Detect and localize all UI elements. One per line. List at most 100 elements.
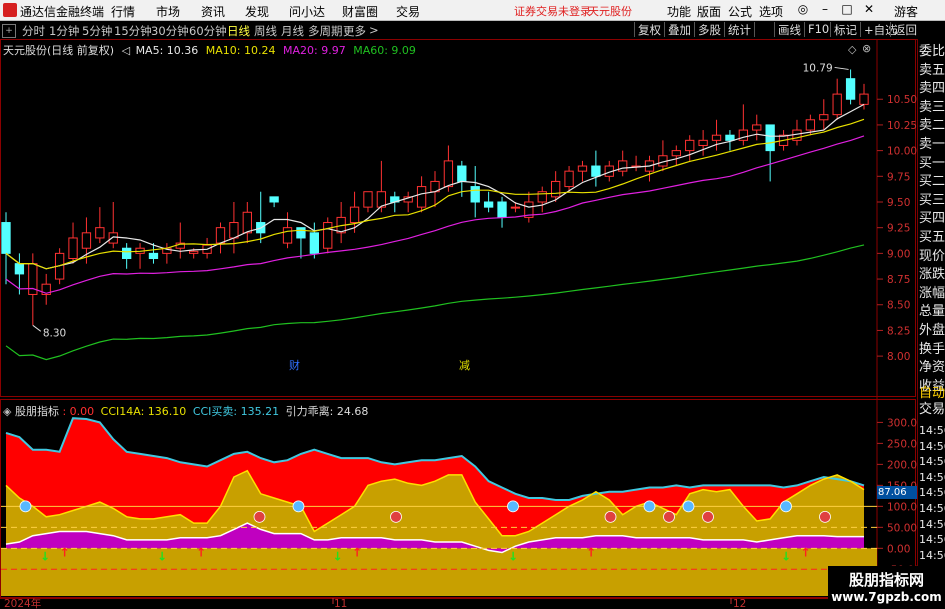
x-axis-label-year: 2024年	[4, 597, 41, 609]
candle	[189, 250, 199, 254]
candle	[845, 78, 856, 100]
quote-field-8: 买三	[919, 192, 945, 208]
tick-time: 14:56	[919, 486, 945, 500]
candle	[765, 124, 775, 152]
toolbar-f10[interactable]: F10	[804, 22, 829, 37]
toolbar-stats[interactable]: 统计	[724, 22, 751, 37]
candle	[349, 206, 360, 224]
toolbar-mark[interactable]: 标记	[830, 22, 857, 37]
chart-canvas[interactable]: 10.50 10.25 10.00 9.75 9.50 9.25 9.00 8.75 8.50 8…	[0, 39, 918, 609]
expand-icon[interactable]: +	[2, 24, 16, 38]
toolbar-draw[interactable]: 画线	[774, 22, 801, 37]
period-60min[interactable]: 60分钟	[189, 23, 227, 39]
period-weekly[interactable]: 周线	[254, 23, 277, 39]
period-intraday[interactable]: 分时	[22, 23, 45, 39]
candle	[309, 232, 319, 254]
candle	[122, 247, 132, 260]
app-title: 通达信金融终端	[20, 5, 105, 19]
candlestick-series	[1, 69, 869, 326]
close-icon[interactable]: ✕	[862, 2, 876, 16]
menu-options[interactable]: 选项	[759, 3, 783, 20]
arrow-up-icon: ↑	[196, 545, 206, 559]
candle	[551, 180, 561, 198]
toolbar-adjust[interactable]: 复权	[634, 22, 661, 37]
indicator-settings-icon[interactable]: ◈	[3, 405, 11, 418]
candle	[296, 227, 306, 239]
signal-ball	[780, 500, 792, 513]
high-pointer	[834, 66, 849, 70]
indicator-name[interactable]: 股朋指标	[15, 405, 59, 418]
menu-quotes[interactable]: 行情	[111, 3, 135, 20]
menu-wealth[interactable]: 财富圈	[342, 3, 378, 20]
menu-formula[interactable]: 公式	[728, 3, 752, 20]
minimize-icon[interactable]: –	[818, 2, 832, 16]
signal-ball	[819, 510, 831, 523]
trade-label[interactable]: 交易	[919, 402, 945, 418]
period-more[interactable]: 更多	[343, 23, 366, 39]
candle	[215, 227, 226, 244]
y-tick-label: 250.00	[887, 438, 918, 450]
quote-field-7: 买二	[919, 174, 945, 190]
period-15min[interactable]: 15分钟	[114, 23, 152, 39]
period-monthly[interactable]: 月线	[281, 23, 304, 39]
period-1min[interactable]: 1分钟	[49, 23, 79, 39]
chevron-right-icon[interactable]: >	[369, 23, 379, 37]
candle	[591, 165, 601, 177]
menu-ask[interactable]: 问小达	[289, 3, 325, 20]
arrow-down-icon: ↓	[508, 549, 518, 563]
menu-news[interactable]: 资讯	[201, 3, 225, 20]
quote-field-6: 买一	[919, 155, 945, 171]
event-marker-finance[interactable]: 财	[289, 358, 300, 372]
arrow-up-icon: ↑	[586, 545, 596, 559]
tick-time: 14:56	[919, 455, 945, 469]
toolbar-multi-stock[interactable]: 多股	[694, 22, 721, 37]
signal-ball	[702, 510, 714, 523]
login-status[interactable]: 证券交易未登录	[514, 3, 591, 19]
low-pointer	[32, 324, 42, 332]
current-stock-name: 天元股份	[588, 5, 632, 18]
candle	[229, 222, 239, 239]
candle	[685, 139, 695, 152]
toolbar-back[interactable]: 返回	[890, 22, 917, 37]
skin-icon[interactable]: ◎	[796, 2, 810, 16]
auto-label[interactable]: 自动	[919, 386, 945, 402]
arrow-up-icon: ↑	[352, 545, 362, 559]
period-multi[interactable]: 多周期	[308, 23, 343, 39]
candle	[805, 119, 816, 131]
event-marker-reduce[interactable]: 减	[459, 359, 470, 372]
high-label: 10.79	[803, 62, 833, 74]
signal-ball	[663, 510, 675, 523]
cci14a-value: CCI14A: 136.10	[100, 405, 187, 418]
candle	[1, 222, 11, 254]
maximize-icon[interactable]: □	[840, 2, 854, 16]
menu-function[interactable]: 功能	[667, 3, 691, 20]
tick-time: 14:56	[919, 517, 945, 531]
arrow-down-icon: ↓	[781, 549, 791, 563]
period-5min[interactable]: 5分钟	[82, 23, 112, 39]
candle	[148, 252, 159, 260]
candle	[95, 227, 105, 239]
candle	[618, 160, 628, 172]
quote-field-1: 卖五	[919, 62, 945, 78]
guest-user[interactable]: 游客	[894, 3, 918, 20]
signal-ball	[682, 500, 695, 513]
menu-trade[interactable]: 交易	[396, 3, 420, 20]
y-tick-label: 50.00	[887, 522, 917, 534]
signal-ball	[390, 510, 402, 523]
period-30min[interactable]: 30分钟	[151, 23, 189, 39]
menu-market[interactable]: 市场	[156, 3, 180, 20]
arrow-down-icon: ↓	[40, 549, 50, 563]
moving-average-series	[5, 103, 865, 361]
quote-field-0: 委比	[919, 44, 945, 59]
period-daily[interactable]: 日线	[227, 23, 250, 39]
menu-discover[interactable]: 发现	[245, 3, 269, 20]
quote-field-2: 卖四	[919, 81, 945, 97]
quote-field-17: 净资	[919, 360, 945, 376]
y-tick-label: 9.75	[887, 171, 910, 183]
menu-layout[interactable]: 版面	[697, 3, 721, 20]
indicator-value0: : 0.00	[62, 405, 95, 418]
quote-field-3: 卖三	[919, 99, 945, 115]
signal-ball	[19, 500, 32, 513]
base-band	[1, 548, 877, 596]
toolbar-overlay[interactable]: 叠加	[664, 22, 691, 37]
